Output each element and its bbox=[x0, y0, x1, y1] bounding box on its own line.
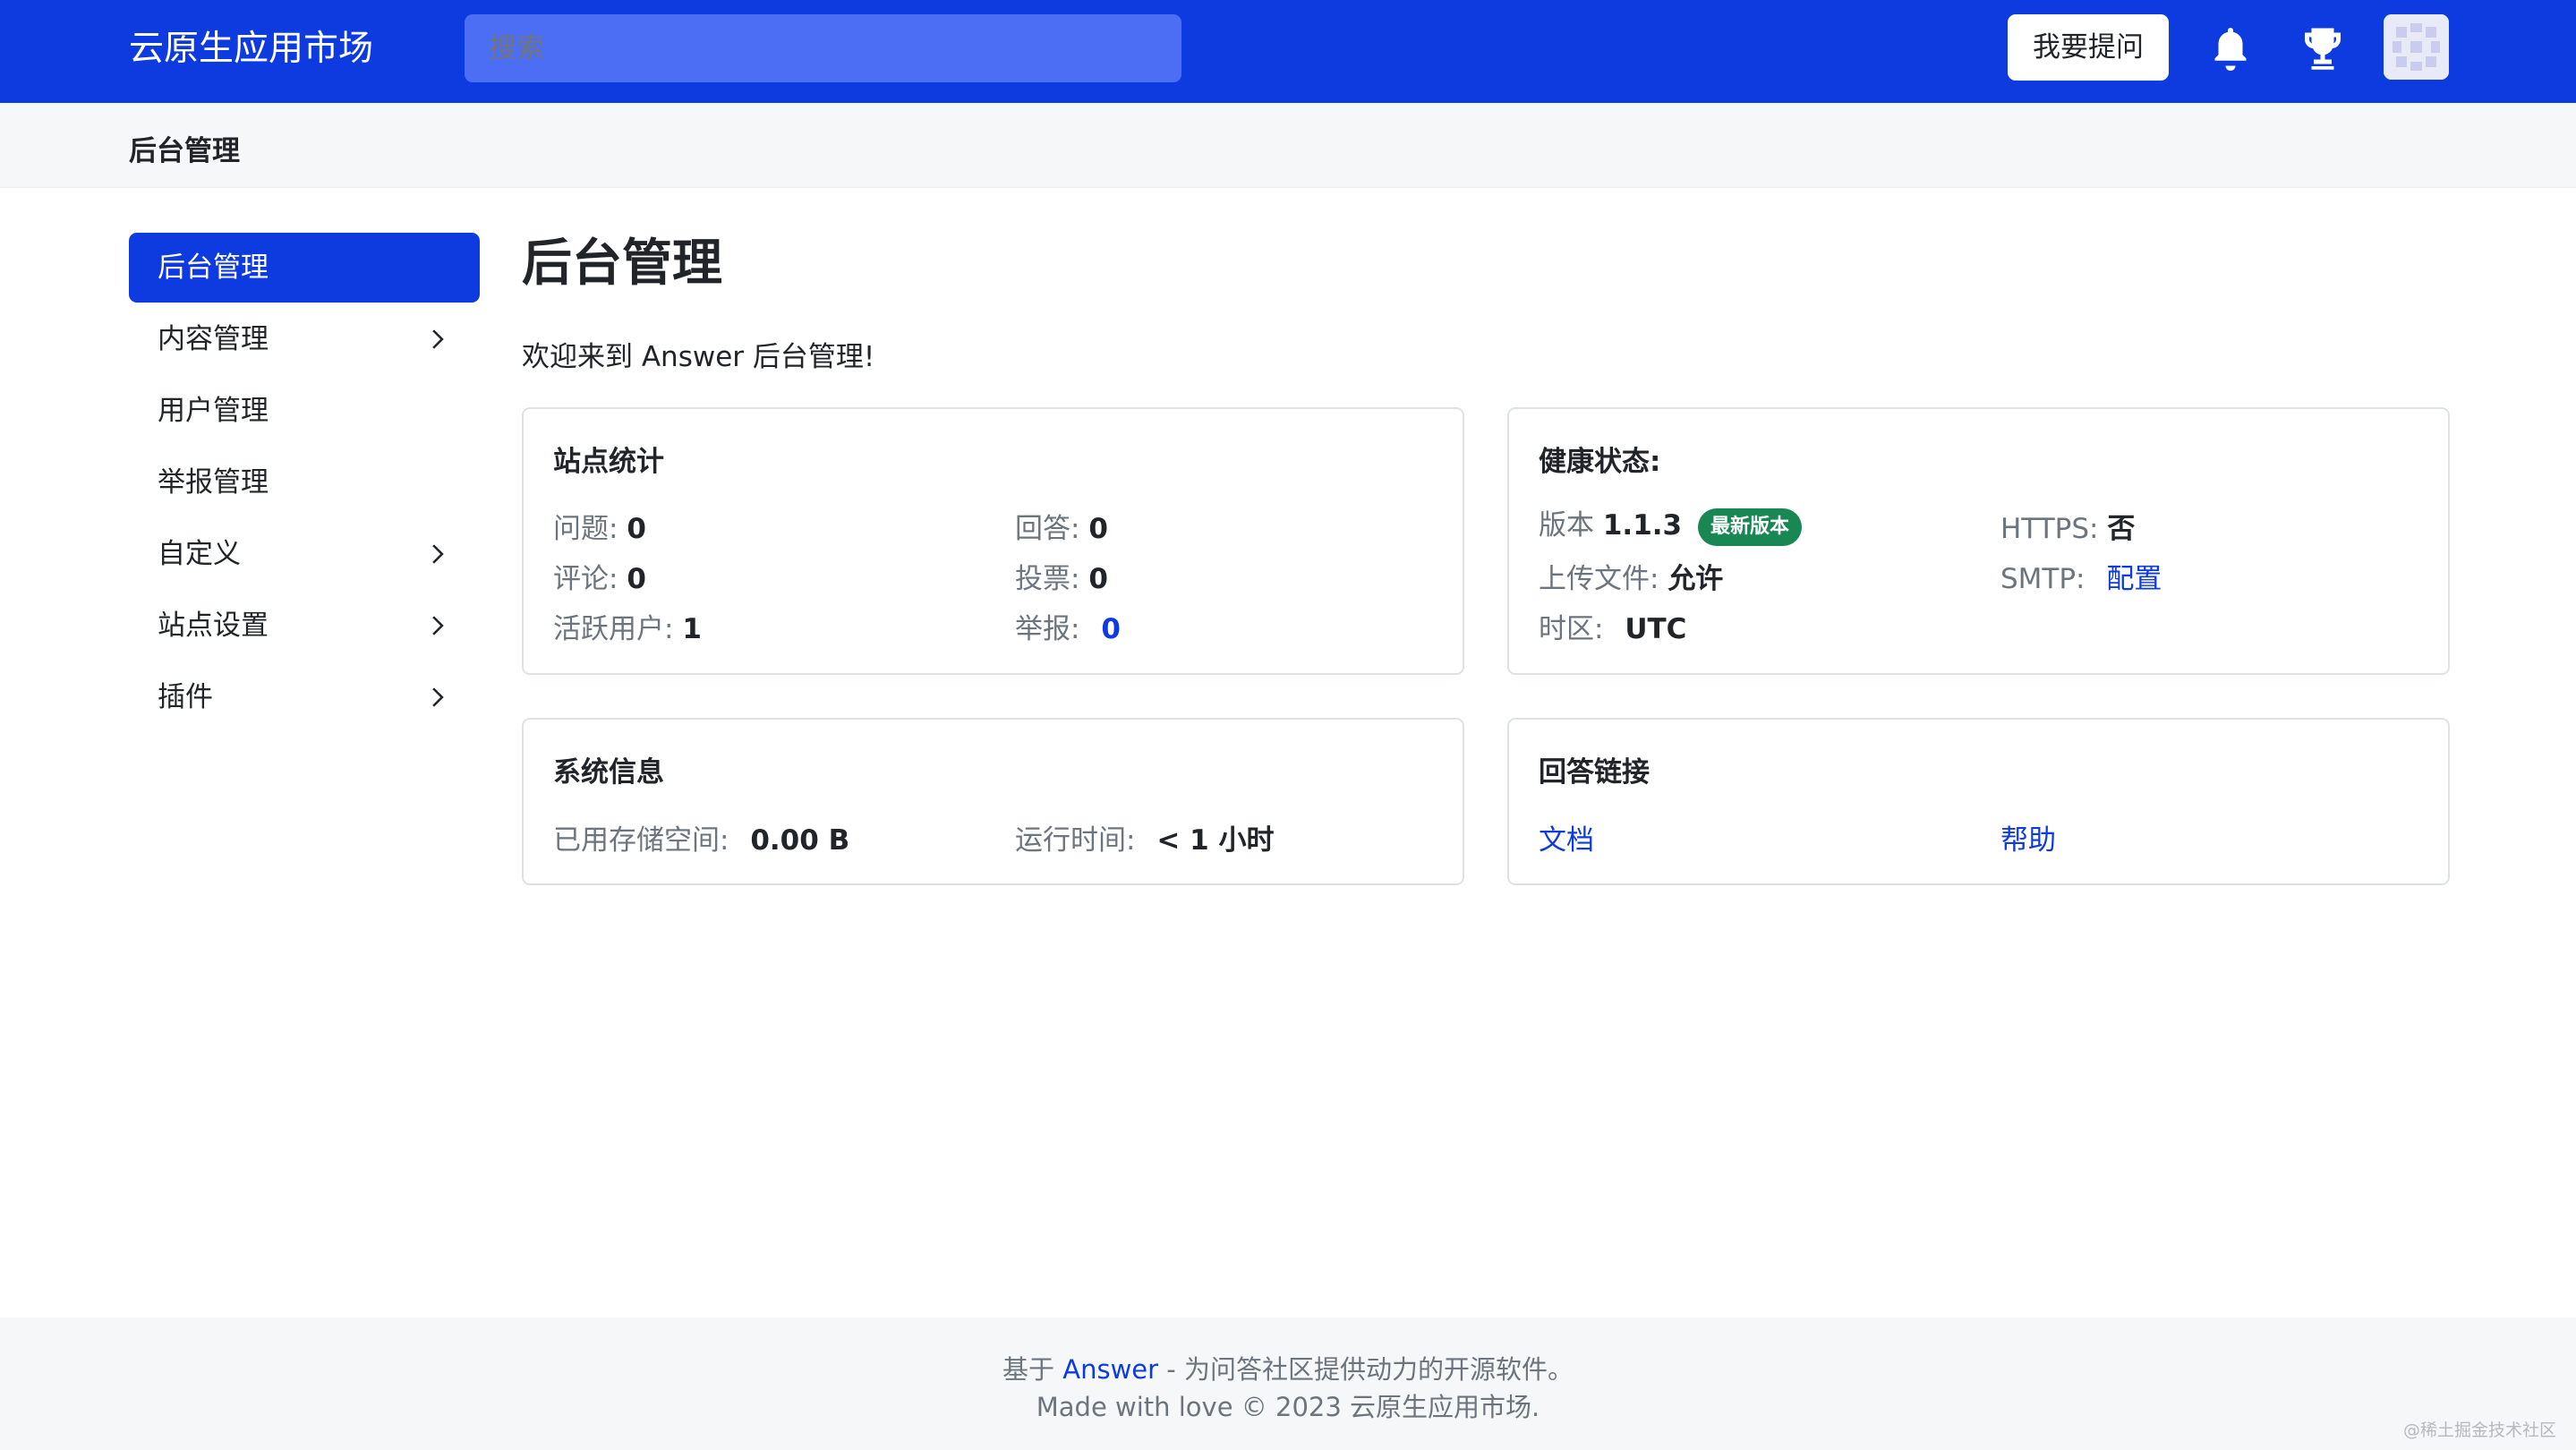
system-info-card: 系统信息 已用存储空间: 0.00 B 运行时间: < 1 小时 bbox=[522, 718, 1464, 885]
sidebar-item-label: 插件 bbox=[158, 681, 213, 713]
health-status-card: 健康状态: 版本 1.1.3 最新版本 HTTPS: 否 上传文件: 允许 SM… bbox=[1507, 407, 2450, 675]
sidebar-item-flags[interactable]: 举报管理 bbox=[129, 448, 480, 517]
footer-line-2: Made with love © 2023 云原生应用市场. bbox=[1036, 1392, 1540, 1422]
card-title: 回答链接 bbox=[1539, 756, 1650, 789]
health-https: HTTPS: 否 bbox=[2000, 513, 2136, 545]
page-title: 后台管理 bbox=[522, 235, 722, 293]
answer-links-card: 回答链接 文档 帮助 bbox=[1507, 718, 2450, 885]
reports-link[interactable]: 0 bbox=[1101, 613, 1121, 645]
health-smtp: SMTP: 配置 bbox=[2000, 563, 2162, 595]
sidebar-item-label: 举报管理 bbox=[158, 466, 269, 499]
sidebar-item-label: 内容管理 bbox=[158, 323, 269, 355]
ask-question-button[interactable]: 我要提问 bbox=[2008, 14, 2169, 81]
trophy-icon[interactable] bbox=[2296, 21, 2350, 75]
sidebar-item-content[interactable]: 内容管理 bbox=[129, 304, 480, 374]
footer: 基于 Answer - 为问答社区提供动力的开源软件。 Made with lo… bbox=[0, 1318, 2576, 1450]
sidebar-item-label: 用户管理 bbox=[158, 395, 269, 427]
sidebar-item-label: 后台管理 bbox=[158, 252, 269, 284]
main-content: 后台管理 欢迎来到 Answer 后台管理! 站点统计 问题: 0 回答: 0 … bbox=[522, 228, 2451, 885]
bell-icon[interactable] bbox=[2204, 21, 2257, 75]
chevron-right-icon bbox=[432, 687, 444, 707]
health-version: 版本 1.1.3 最新版本 bbox=[1539, 502, 1802, 546]
stat-questions: 问题: 0 bbox=[553, 513, 646, 545]
smtp-config-link[interactable]: 配置 bbox=[2106, 563, 2162, 595]
stat-votes: 投票: 0 bbox=[1015, 563, 1108, 595]
footer-line-1: 基于 Answer - 为问答社区提供动力的开源软件。 bbox=[1002, 1354, 1574, 1385]
help-link[interactable]: 帮助 bbox=[2000, 817, 2056, 857]
page-header-bar: 后台管理 bbox=[0, 103, 2576, 188]
search-input[interactable] bbox=[465, 14, 1181, 82]
sidebar-item-label: 站点设置 bbox=[158, 610, 269, 642]
sidebar-item-plugins[interactable]: 插件 bbox=[129, 662, 480, 732]
watermark: @稀土掘金技术社区 bbox=[2402, 1420, 2556, 1440]
site-stats-card: 站点统计 问题: 0 回答: 0 评论: 0 投票: 0 活跃用户: 1 举报:… bbox=[522, 407, 1464, 675]
sidebar-item-users[interactable]: 用户管理 bbox=[129, 376, 480, 446]
welcome-text: 欢迎来到 Answer 后台管理! bbox=[522, 341, 875, 373]
chevron-right-icon bbox=[432, 329, 444, 349]
breadcrumb: 后台管理 bbox=[129, 135, 240, 167]
admin-sidebar: 后台管理 内容管理 用户管理 举报管理 自定义 站点设置 插件 bbox=[129, 233, 480, 734]
sidebar-item-label: 自定义 bbox=[158, 538, 241, 570]
latest-version-badge: 最新版本 bbox=[1697, 508, 1802, 546]
stat-active-users: 活跃用户: 1 bbox=[553, 613, 702, 645]
stat-comments: 评论: 0 bbox=[553, 563, 646, 595]
chevron-right-icon bbox=[432, 544, 444, 564]
top-navbar: 云原生应用市场 我要提问 bbox=[0, 0, 2576, 103]
health-upload: 上传文件: 允许 bbox=[1539, 563, 1724, 595]
docs-link[interactable]: 文档 bbox=[1539, 817, 1594, 857]
stat-reports: 举报: 0 bbox=[1015, 613, 1121, 645]
sidebar-item-customize[interactable]: 自定义 bbox=[129, 519, 480, 589]
chevron-right-icon bbox=[432, 616, 444, 635]
brand-logo-text[interactable]: 云原生应用市场 bbox=[129, 27, 373, 72]
storage-used: 已用存储空间: 0.00 B bbox=[553, 824, 850, 857]
user-avatar[interactable] bbox=[2384, 14, 2449, 80]
sidebar-item-site-settings[interactable]: 站点设置 bbox=[129, 591, 480, 661]
card-title: 健康状态: bbox=[1539, 446, 1661, 478]
sidebar-item-dashboard[interactable]: 后台管理 bbox=[129, 233, 480, 303]
stat-answers: 回答: 0 bbox=[1015, 513, 1108, 545]
card-title: 系统信息 bbox=[553, 756, 664, 789]
uptime: 运行时间: < 1 小时 bbox=[1015, 824, 1275, 857]
card-title: 站点统计 bbox=[553, 446, 664, 478]
answer-footer-link[interactable]: Answer bbox=[1062, 1354, 1158, 1385]
health-timezone: 时区: UTC bbox=[1539, 613, 1687, 645]
